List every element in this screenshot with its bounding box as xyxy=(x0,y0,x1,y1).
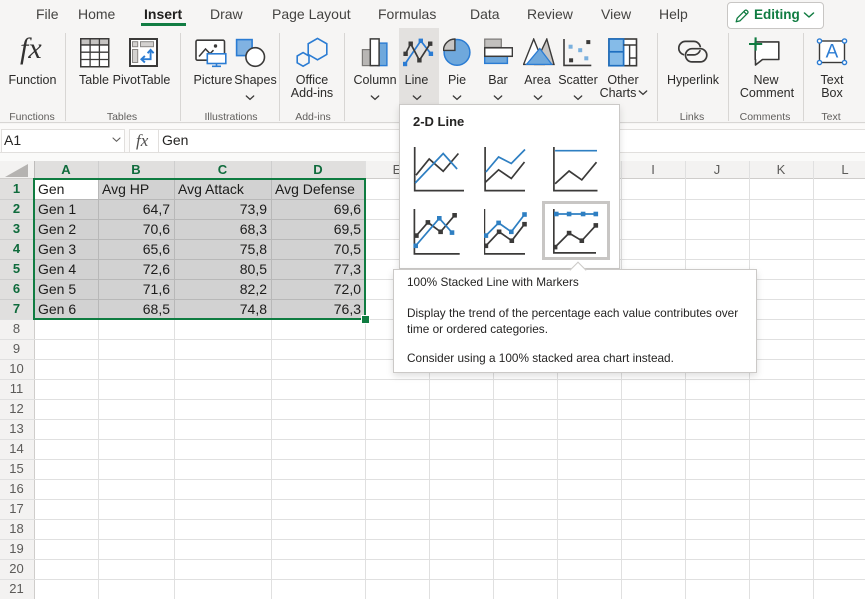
svg-text:A: A xyxy=(826,42,839,63)
